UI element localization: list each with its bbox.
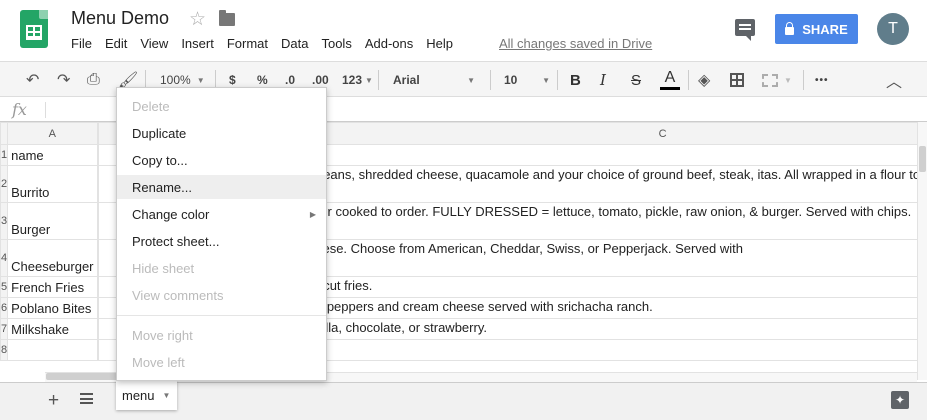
menu-addons[interactable]: Add-ons	[365, 36, 413, 51]
add-sheet-icon[interactable]: +	[48, 390, 59, 412]
menu-item-copy-to[interactable]: Copy to...	[117, 148, 326, 172]
cell[interactable]: French Fries	[7, 276, 98, 298]
font-select[interactable]: Arial ▼	[393, 62, 475, 98]
cell[interactable]: Poblano Bites	[7, 297, 98, 319]
save-status-link[interactable]: All changes saved in Drive	[499, 36, 652, 51]
collapse-toolbar-icon[interactable]: ︿	[886, 62, 902, 98]
menu-bar: File Edit View Insert Format Data Tools …	[71, 36, 466, 51]
menu-item-rename[interactable]: Rename...	[117, 175, 326, 199]
menu-item-delete[interactable]: Delete	[117, 94, 326, 118]
fill-color-icon[interactable]: ◈	[698, 62, 710, 98]
more-formats-label: 123	[342, 73, 363, 87]
submenu-arrow-icon: ▶	[309, 209, 316, 219]
menu-item-change-color[interactable]: Change color ▶	[117, 202, 326, 226]
print-icon[interactable]: ⎙	[87, 62, 100, 98]
menu-item-move-left[interactable]: Move left	[117, 350, 326, 374]
fx-icon: fx	[12, 100, 27, 119]
row-header[interactable]: 1	[0, 144, 9, 166]
folder-icon[interactable]	[219, 10, 235, 26]
menu-item-duplicate[interactable]: Duplicate	[117, 121, 326, 145]
comments-icon[interactable]	[735, 19, 755, 41]
more-formats-select[interactable]: 123 ▼	[342, 62, 373, 98]
font-size-select[interactable]: 10 ▼	[504, 62, 550, 98]
zoom-value: 100%	[160, 73, 191, 87]
font-size-value: 10	[504, 73, 518, 87]
menu-item-change-color-label: Change color	[132, 206, 210, 222]
menu-view[interactable]: View	[140, 36, 168, 51]
sheet-context-menu: Delete Duplicate Copy to... Rename... Ch…	[116, 87, 327, 381]
horizontal-scroll-thumb[interactable]	[46, 373, 118, 380]
chevron-down-icon[interactable]: ▼	[163, 391, 171, 400]
sheets-logo-icon[interactable]	[20, 10, 48, 48]
column-header-a[interactable]: A	[7, 122, 98, 145]
font-value: Arial	[393, 73, 420, 87]
cell[interactable]: name	[7, 144, 98, 166]
menu-tools[interactable]: Tools	[321, 36, 351, 51]
vertical-scroll-thumb[interactable]	[919, 146, 926, 172]
menu-edit[interactable]: Edit	[105, 36, 127, 51]
undo-icon[interactable]: ↶	[26, 62, 39, 98]
document-title[interactable]: Menu Demo	[71, 8, 169, 29]
menu-item-hide-sheet[interactable]: Hide sheet	[117, 256, 326, 280]
cell[interactable]: Cheeseburger	[7, 239, 98, 277]
menu-format[interactable]: Format	[227, 36, 268, 51]
all-sheets-icon[interactable]	[80, 393, 93, 404]
row-header[interactable]: 2	[0, 165, 9, 203]
sheet-tab-label: menu	[122, 388, 155, 403]
more-options-button[interactable]: •••	[815, 62, 829, 98]
borders-icon[interactable]	[730, 62, 744, 98]
bold-button[interactable]: B	[570, 62, 581, 98]
row-header[interactable]: 3	[0, 202, 9, 240]
sheet-tab-menu[interactable]: menu ▼	[116, 381, 177, 410]
row-header[interactable]: 5	[0, 276, 9, 298]
cell[interactable]	[7, 339, 98, 361]
menu-item-view-comments[interactable]: View comments	[117, 283, 326, 307]
menu-item-protect-sheet[interactable]: Protect sheet...	[117, 229, 326, 253]
menu-item-move-right[interactable]: Move right	[117, 323, 326, 347]
text-color-button[interactable]: A	[660, 62, 680, 98]
redo-icon[interactable]: ↷	[57, 62, 70, 98]
select-all-corner[interactable]	[0, 122, 9, 145]
text-color-label: A	[664, 69, 676, 86]
cell[interactable]: Burrito	[7, 165, 98, 203]
avatar[interactable]: T	[877, 13, 909, 45]
share-button[interactable]: SHARE	[775, 14, 858, 44]
lock-icon	[785, 22, 795, 35]
cell[interactable]: Burger	[7, 202, 98, 240]
merge-cells-icon[interactable]: ▼	[762, 62, 792, 98]
row-header[interactable]: 6	[0, 297, 9, 319]
row-header[interactable]: 8	[0, 339, 9, 361]
italic-button[interactable]: I	[600, 62, 606, 98]
menu-data[interactable]: Data	[281, 36, 308, 51]
row-header[interactable]: 7	[0, 318, 9, 340]
explore-icon[interactable]: ✦	[891, 391, 909, 409]
menu-file[interactable]: File	[71, 36, 92, 51]
menu-insert[interactable]: Insert	[181, 36, 214, 51]
star-icon[interactable]: ☆	[189, 8, 206, 31]
strikethrough-button[interactable]: S	[631, 62, 641, 98]
share-label: SHARE	[802, 21, 848, 37]
row-header[interactable]: 4	[0, 239, 9, 277]
cell[interactable]: Milkshake	[7, 318, 98, 340]
menu-help[interactable]: Help	[426, 36, 453, 51]
